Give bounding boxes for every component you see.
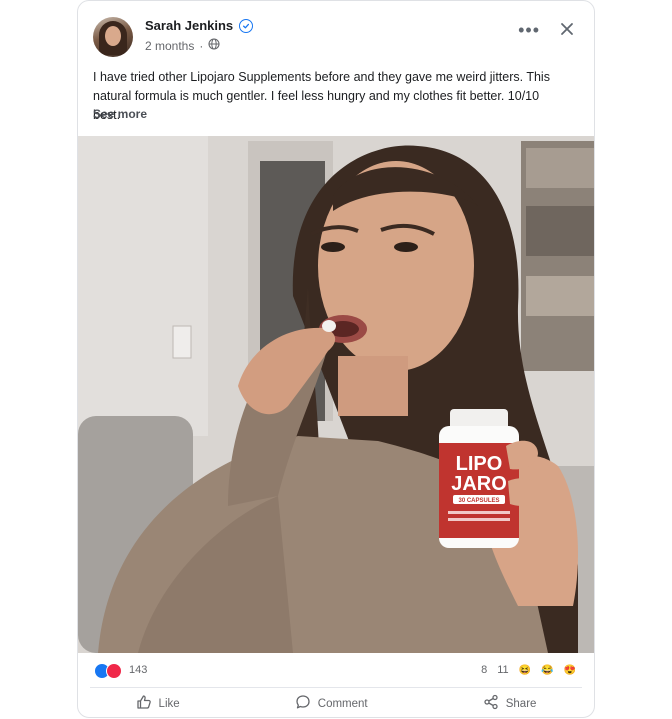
share-label: Share [505, 697, 537, 710]
share-button[interactable]: Share [473, 690, 547, 717]
share-count[interactable]: 11 [497, 664, 508, 676]
engagement-counts: 8 11 😆 😂 😍 [481, 664, 576, 676]
post-body: I have tried other Lipojaro Supplements … [93, 70, 550, 122]
post-card: Sarah Jenkins 2 months · ••• I have trie… [77, 0, 595, 718]
post-time[interactable]: 2 months [145, 39, 194, 53]
reaction-count[interactable]: 143 [129, 664, 147, 676]
bottle-brand-line1: LIPO [456, 453, 503, 475]
laugh-emoji-icon: 😆 [518, 664, 532, 676]
avatar[interactable] [93, 17, 133, 57]
share-icon [483, 694, 499, 713]
author-row: Sarah Jenkins [145, 18, 254, 33]
like-label: Like [158, 697, 180, 710]
like-button[interactable]: Like [126, 690, 190, 717]
reactions-bar: 143 8 11 😆 😂 😍 [78, 653, 594, 687]
thumbs-up-icon [136, 694, 152, 713]
comment-label: Comment [317, 697, 368, 710]
comment-bubble-icon [295, 694, 311, 713]
more-options-icon[interactable]: ••• [518, 21, 540, 39]
comment-count[interactable]: 8 [481, 664, 487, 676]
photo-illustration: LIPO JARO 30 CAPSULES [78, 136, 594, 653]
author-name[interactable]: Sarah Jenkins [145, 18, 233, 33]
bottle-brand-line2: JARO [451, 473, 507, 495]
bottle-capsules: 30 CAPSULES [458, 498, 499, 504]
heart-eyes-emoji-icon: 😍 [563, 664, 576, 676]
tears-of-joy-emoji-icon: 😂 [541, 664, 554, 676]
post-header: Sarah Jenkins 2 months · ••• [78, 1, 594, 71]
globe-icon [208, 38, 220, 53]
verified-badge-icon [239, 18, 254, 33]
post-photo[interactable]: LIPO JARO 30 CAPSULES [78, 136, 594, 653]
love-reaction-icon [106, 663, 122, 679]
post-meta: 2 months · [145, 38, 220, 53]
close-icon[interactable] [560, 22, 576, 38]
see-more-link[interactable]: See more [93, 107, 147, 121]
header-actions: ••• [518, 21, 576, 39]
reaction-icons[interactable] [94, 663, 122, 679]
comment-button[interactable]: Comment [285, 690, 378, 717]
post-actions: Like Comment Share [78, 688, 594, 717]
meta-separator: · [199, 38, 204, 53]
